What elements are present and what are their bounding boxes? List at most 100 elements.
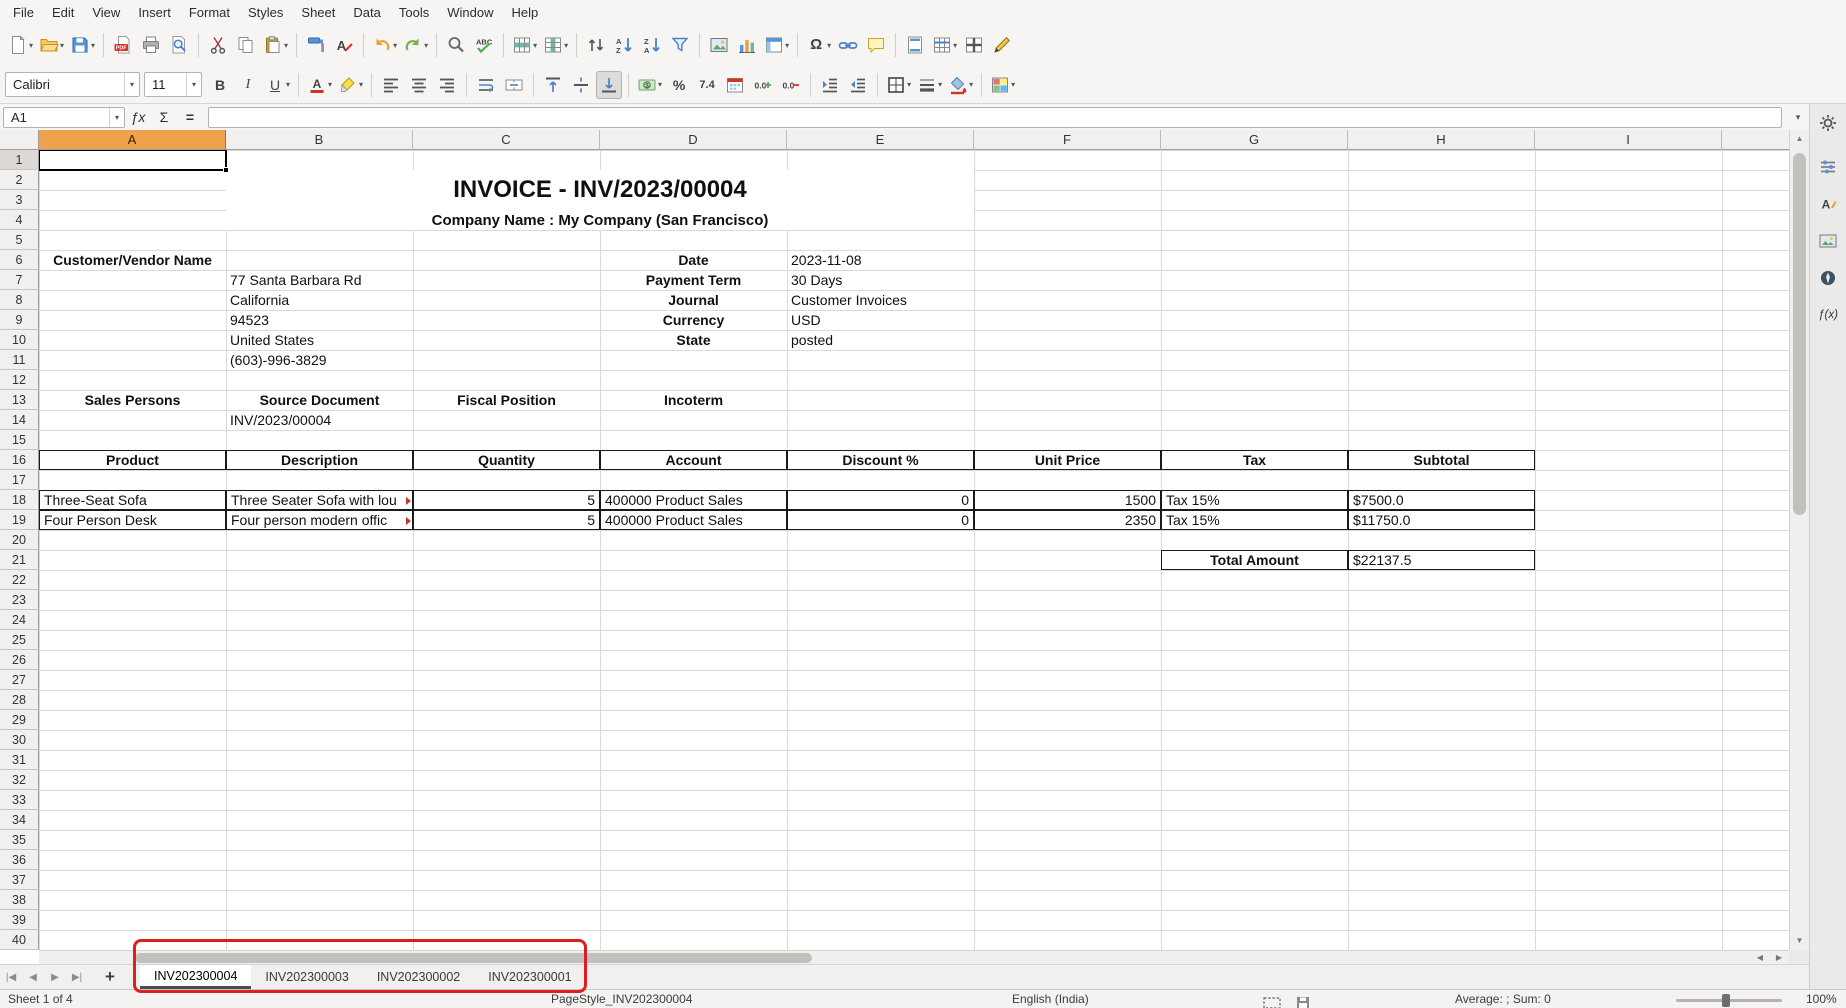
undo-button[interactable]: ▾ <box>370 31 399 59</box>
row-header-15[interactable]: 15 <box>0 430 39 450</box>
scroll-up-icon[interactable]: ▲ <box>1790 130 1809 148</box>
row-header-12[interactable]: 12 <box>0 370 39 390</box>
scroll-down-icon[interactable]: ▼ <box>1790 932 1809 950</box>
previous-sheet-button[interactable]: ◀ <box>22 972 44 983</box>
draw-functions-button[interactable] <box>989 31 1015 59</box>
row-header-25[interactable]: 25 <box>0 630 39 650</box>
underline-button[interactable]: U▾ <box>263 71 292 99</box>
expand-formula-bar-icon[interactable]: ▾ <box>1787 112 1809 123</box>
dropdown-arrow-icon[interactable]: ▾ <box>286 80 290 89</box>
split-window-button[interactable] <box>961 31 987 59</box>
menu-format[interactable]: Format <box>180 2 239 23</box>
dropdown-arrow-icon[interactable]: ▾ <box>393 41 397 50</box>
cell-B2[interactable]: INVOICE - INV/2023/00004 <box>226 170 974 210</box>
row-header-10[interactable]: 10 <box>0 330 39 350</box>
cell-G21[interactable]: Total Amount <box>1161 550 1348 570</box>
cell-F18[interactable]: 1500 <box>974 490 1161 510</box>
cell-C16[interactable]: Quantity <box>413 450 600 470</box>
spelling-button[interactable]: ABC <box>471 31 497 59</box>
row-header-21[interactable]: 21 <box>0 550 39 570</box>
dropdown-arrow-icon[interactable]: ▾ <box>91 41 95 50</box>
export-pdf-button[interactable]: PDF <box>110 31 136 59</box>
row-header-40[interactable]: 40 <box>0 930 39 950</box>
cell-E7[interactable]: 30 Days <box>787 270 974 290</box>
sort-button[interactable] <box>583 31 609 59</box>
copy-button[interactable] <box>233 31 259 59</box>
dropdown-arrow-icon[interactable]: ▾ <box>328 80 332 89</box>
column-header-J[interactable]: J <box>1722 130 1789 150</box>
zoom-slider-thumb[interactable] <box>1722 994 1730 1007</box>
add-decimal-button[interactable]: 0.0 <box>750 71 776 99</box>
insert-image-button[interactable] <box>706 31 732 59</box>
row-header-7[interactable]: 7 <box>0 270 39 290</box>
row-header-5[interactable]: 5 <box>0 230 39 250</box>
sheet-tab-INV202300004[interactable]: INV202300004 <box>140 965 251 989</box>
cell-F16[interactable]: Unit Price <box>974 450 1161 470</box>
cell-E18[interactable]: 0 <box>787 490 974 510</box>
fill-handle[interactable] <box>223 167 229 173</box>
row-header-27[interactable]: 27 <box>0 670 39 690</box>
menu-styles[interactable]: Styles <box>239 2 292 23</box>
merge-cells-button[interactable] <box>501 71 527 99</box>
align-vcenter-button[interactable] <box>568 71 594 99</box>
clone-formatting-button[interactable] <box>303 31 329 59</box>
italic-button[interactable]: I <box>235 71 261 99</box>
dropdown-arrow-icon[interactable]: ▾ <box>1011 80 1015 89</box>
row-header-6[interactable]: 6 <box>0 250 39 270</box>
row-header-38[interactable]: 38 <box>0 890 39 910</box>
row-header-28[interactable]: 28 <box>0 690 39 710</box>
row-header-16[interactable]: 16 <box>0 450 39 470</box>
sort-descending-button[interactable]: ZA <box>639 31 665 59</box>
row-header-37[interactable]: 37 <box>0 870 39 890</box>
row-header-35[interactable]: 35 <box>0 830 39 850</box>
dropdown-arrow-icon[interactable]: ▾ <box>785 41 789 50</box>
row-header-1[interactable]: 1 <box>0 150 39 170</box>
comment-button[interactable] <box>863 31 889 59</box>
chevron-down-icon[interactable]: ▾ <box>186 73 201 96</box>
cell-B8[interactable]: California <box>226 290 413 310</box>
align-left-button[interactable] <box>378 71 404 99</box>
column-header-F[interactable]: F <box>974 130 1161 150</box>
menu-window[interactable]: Window <box>438 2 502 23</box>
cell-B9[interactable]: 94523 <box>226 310 413 330</box>
menu-view[interactable]: View <box>83 2 129 23</box>
sheet-tab-INV202300001[interactable]: INV202300001 <box>474 965 585 989</box>
cell-D6[interactable]: Date <box>600 250 787 270</box>
dropdown-arrow-icon[interactable]: ▾ <box>60 41 64 50</box>
row-header-4[interactable]: 4 <box>0 210 39 230</box>
dropdown-arrow-icon[interactable]: ▾ <box>827 41 831 50</box>
gallery-button[interactable] <box>1814 227 1842 255</box>
cell-G19[interactable]: Tax 15% <box>1161 510 1348 530</box>
column-header-G[interactable]: G <box>1161 130 1348 150</box>
cell-E19[interactable]: 0 <box>787 510 974 530</box>
cell-B10[interactable]: United States <box>226 330 413 350</box>
align-center-button[interactable] <box>406 71 432 99</box>
cell-H21[interactable]: $22137.5 <box>1348 550 1535 570</box>
print-button[interactable] <box>138 31 164 59</box>
row-header-22[interactable]: 22 <box>0 570 39 590</box>
cell-D18[interactable]: 400000 Product Sales <box>600 490 787 510</box>
cell-A16[interactable]: Product <box>39 450 226 470</box>
cell-B16[interactable]: Description <box>226 450 413 470</box>
row-header-19[interactable]: 19 <box>0 510 39 530</box>
insert-row-button[interactable]: ▾ <box>510 31 539 59</box>
cell-B18[interactable]: Three Seater Sofa with lou <box>226 490 413 510</box>
font-size-combo[interactable]: 11 ▾ <box>144 72 202 97</box>
dropdown-arrow-icon[interactable]: ▾ <box>533 41 537 50</box>
hyperlink-button[interactable] <box>835 31 861 59</box>
cell-B7[interactable]: 77 Santa Barbara Rd <box>226 270 413 290</box>
row-header-39[interactable]: 39 <box>0 910 39 930</box>
row-header-18[interactable]: 18 <box>0 490 39 510</box>
freeze-panes-button[interactable]: ▾ <box>930 31 959 59</box>
function-wizard-icon[interactable]: ƒx <box>125 109 151 125</box>
menu-insert[interactable]: Insert <box>129 2 180 23</box>
row-header-29[interactable]: 29 <box>0 710 39 730</box>
cell-E16[interactable]: Discount % <box>787 450 974 470</box>
language-status[interactable]: English (India) <box>1012 992 1089 1006</box>
row-header-32[interactable]: 32 <box>0 770 39 790</box>
dropdown-arrow-icon[interactable]: ▾ <box>938 80 942 89</box>
horizontal-scrollbar[interactable]: ◀ ▶ <box>39 950 1789 964</box>
cell-D9[interactable]: Currency <box>600 310 787 330</box>
row-header-3[interactable]: 3 <box>0 190 39 210</box>
cell-A19[interactable]: Four Person Desk <box>39 510 226 530</box>
